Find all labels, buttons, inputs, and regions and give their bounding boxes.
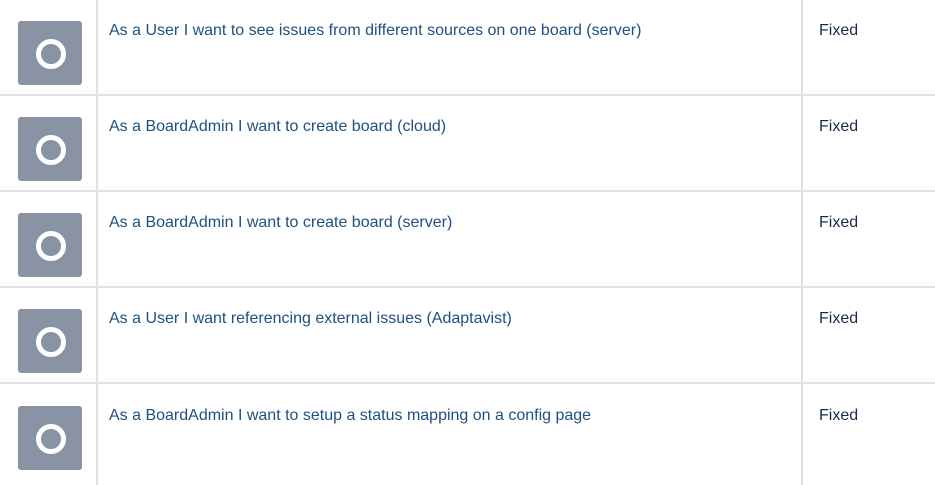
issue-type-icon: [18, 21, 82, 85]
issue-status: Fixed: [819, 407, 859, 424]
table-row: As a BoardAdmin I want to setup a status…: [0, 385, 935, 485]
issue-type-icon: [18, 117, 82, 181]
issue-type-icon: [18, 309, 82, 373]
table-row: As a BoardAdmin I want to create board (…: [0, 96, 935, 192]
issue-type-icon: [18, 406, 82, 470]
issues-table: As a User I want to see issues from diff…: [0, 0, 935, 485]
issue-title-link[interactable]: As a BoardAdmin I want to setup a status…: [109, 405, 769, 427]
issue-status: Fixed: [819, 310, 859, 327]
table-row: As a User I want to see issues from diff…: [0, 0, 935, 96]
issue-status: Fixed: [819, 118, 859, 135]
table-row: As a BoardAdmin I want to create board (…: [0, 192, 935, 288]
table-row: As a User I want referencing external is…: [0, 288, 935, 384]
issue-status: Fixed: [819, 214, 859, 231]
issue-title-link[interactable]: As a User I want referencing external is…: [109, 308, 769, 330]
issue-status: Fixed: [819, 22, 859, 39]
issue-type-icon: [18, 213, 82, 277]
issue-title-link[interactable]: As a User I want to see issues from diff…: [109, 20, 769, 42]
issue-title-link[interactable]: As a BoardAdmin I want to create board (…: [109, 116, 769, 138]
issue-title-link[interactable]: As a BoardAdmin I want to create board (…: [109, 212, 769, 234]
